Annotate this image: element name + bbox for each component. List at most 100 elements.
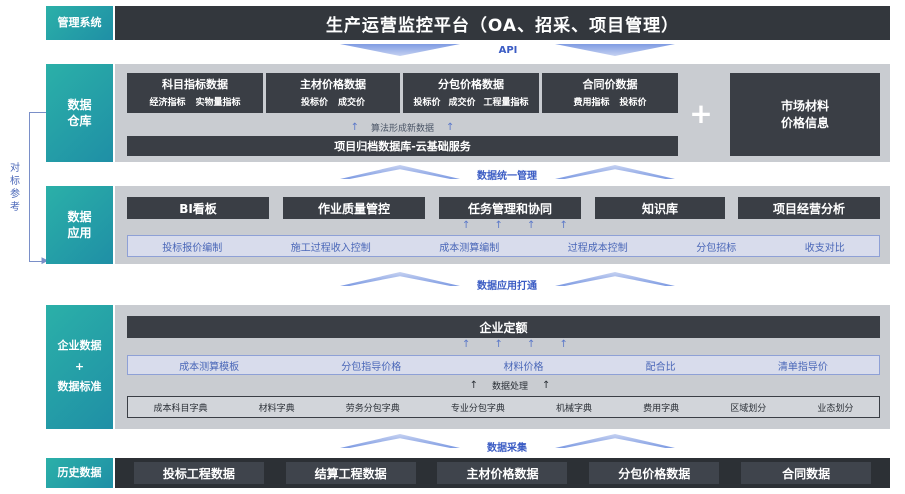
history-label: 历史数据 bbox=[46, 458, 113, 488]
arrow-up-icon: ↑ bbox=[494, 339, 503, 350]
arrow-up-icon: ↑ bbox=[350, 121, 359, 133]
side-note-char: 参 bbox=[10, 189, 20, 200]
warehouse-module: 分包价格数据 投标价 成交价 工程量指标 bbox=[403, 73, 539, 113]
warehouse-module: 科目指标数据 经济指标 实物量指标 bbox=[127, 73, 263, 113]
module-sub: 工程量指标 bbox=[483, 98, 529, 108]
module-title: 科目指标数据 bbox=[162, 78, 228, 91]
archive-text: 项目归档数据库-云基础服务 bbox=[334, 140, 471, 153]
arrow-up-icon: ↑ bbox=[446, 121, 455, 133]
arrow-up-icon: ↑ bbox=[527, 339, 536, 350]
standard-item: 配合比 bbox=[645, 361, 676, 373]
dictionary-item: 费用字典 bbox=[643, 403, 680, 414]
standard-item: 清单指导价 bbox=[777, 361, 828, 373]
enterprise-label-line2: 数据标准 bbox=[57, 380, 102, 394]
management-system-text: 管理系统 bbox=[57, 15, 102, 29]
module-sub: 费用指标 bbox=[573, 98, 610, 108]
dictionary-item: 业态划分 bbox=[817, 403, 854, 414]
enterprise-quota-bar: 企业定额 bbox=[127, 316, 880, 338]
market-info-box: 市场材料 价格信息 bbox=[730, 73, 880, 156]
module-sub: 投标价 bbox=[300, 98, 328, 108]
side-note-char: 考 bbox=[10, 202, 20, 213]
apply-module: BI看板 bbox=[127, 197, 269, 219]
warehouse-label-line2: 仓库 bbox=[67, 114, 92, 128]
history-item: 合同数据 bbox=[741, 462, 872, 484]
module-sub: 投标价 bbox=[413, 98, 441, 108]
side-note: 对 标 参 考 bbox=[6, 162, 24, 214]
apply-module: 任务管理和协同 bbox=[439, 197, 581, 219]
apply-item: 过程成本控制 bbox=[567, 242, 628, 254]
collect-chevron-right bbox=[555, 434, 675, 448]
warehouse-module: 合同价数据 费用指标 投标价 bbox=[542, 73, 678, 113]
arrow-up-icon: ↑ bbox=[462, 339, 471, 350]
module-sub: 实物量指标 bbox=[195, 98, 241, 108]
market-line1: 市场材料 bbox=[780, 98, 829, 113]
apply-items-bar: 投标报价编制 施工过程收入控制 成本测算编制 过程成本控制 分包招标 收支对比 bbox=[127, 235, 880, 257]
dictionary-item: 劳务分包字典 bbox=[345, 403, 400, 414]
processing-row: ↑ 数据处理 ↑ bbox=[430, 377, 590, 393]
standard-item: 材料价格 bbox=[503, 361, 544, 373]
manage-chevron-left bbox=[340, 165, 460, 179]
enterprise-label-plus: + bbox=[74, 359, 85, 373]
module-sub: 投标价 bbox=[619, 98, 647, 108]
apply-module-text: 项目经营分析 bbox=[772, 201, 845, 216]
apply-item: 成本测算编制 bbox=[439, 242, 500, 254]
manage-chevron-right bbox=[555, 165, 675, 179]
api-chevron-left bbox=[340, 44, 460, 56]
module-title: 合同价数据 bbox=[582, 78, 638, 91]
apply-module-text: 作业质量管控 bbox=[317, 201, 390, 216]
arrow-up-icon: ↑ bbox=[462, 220, 471, 231]
apply-item: 投标报价编制 bbox=[162, 242, 223, 254]
api-chevron-right bbox=[555, 44, 675, 56]
plus-text: + bbox=[689, 96, 713, 130]
arrow-up-icon: ↑ bbox=[559, 339, 568, 350]
apply-label-line2: 应用 bbox=[67, 226, 92, 240]
history-item: 主材价格数据 bbox=[437, 462, 568, 484]
apply-module-text: 知识库 bbox=[641, 201, 678, 216]
dictionary-item: 专业分包字典 bbox=[450, 403, 505, 414]
apply-chevron-right bbox=[555, 272, 675, 286]
data-apply-label: 数据应用打通 bbox=[477, 280, 537, 292]
enterprise-label-line1: 企业数据 bbox=[57, 338, 102, 352]
standard-item: 成本测算模板 bbox=[179, 361, 240, 373]
api-ribbon-label: API bbox=[498, 44, 518, 56]
module-sub: 经济指标 bbox=[149, 98, 186, 108]
platform-title-bar: 生产运营监控平台（OA、招采、项目管理） bbox=[115, 6, 890, 40]
arrow-up-icon: ↑ bbox=[527, 220, 536, 231]
arrow-up-icon: ↑ bbox=[469, 379, 478, 391]
apply-module-text: 任务管理和协同 bbox=[467, 201, 552, 216]
standard-item: 分包指导价格 bbox=[341, 361, 402, 373]
algorithm-row: ↑ 算法形成新数据 ↑ bbox=[127, 119, 678, 135]
module-sub: 成交价 bbox=[338, 98, 366, 108]
dictionary-item: 材料字典 bbox=[258, 403, 295, 414]
archive-bar: 项目归档数据库-云基础服务 bbox=[127, 136, 678, 156]
apply-arrows: ↑ ↑ ↑ ↑ bbox=[450, 220, 580, 234]
dictionary-item: 成本科目字典 bbox=[153, 403, 208, 414]
warehouse-label: 数据 仓库 bbox=[46, 64, 113, 162]
history-item: 结算工程数据 bbox=[285, 462, 416, 484]
management-system-label: 管理系统 bbox=[46, 6, 113, 40]
history-bar: 投标工程数据 结算工程数据 主材价格数据 分包价格数据 合同数据 bbox=[115, 458, 890, 488]
history-label-text: 历史数据 bbox=[57, 465, 102, 479]
processing-text: 数据处理 bbox=[491, 381, 528, 392]
arrow-up-icon: ↑ bbox=[542, 379, 551, 391]
apply-module: 作业质量管控 bbox=[283, 197, 425, 219]
plus-icon: + bbox=[686, 96, 716, 130]
apply-label-line1: 数据 bbox=[67, 209, 92, 224]
arrow-up-icon: ↑ bbox=[494, 220, 503, 231]
apply-chevron-left bbox=[340, 272, 460, 286]
apply-item: 收支对比 bbox=[804, 242, 845, 254]
side-note-char: 对 bbox=[10, 163, 20, 174]
dictionary-item: 机械字典 bbox=[556, 403, 593, 414]
collect-chevron-left bbox=[340, 434, 460, 448]
algorithm-text: 算法形成新数据 bbox=[370, 123, 434, 134]
side-connector bbox=[29, 112, 46, 262]
platform-title: 生产运营监控平台（OA、招采、项目管理） bbox=[325, 15, 680, 36]
side-note-char: 标 bbox=[10, 176, 20, 187]
data-manage-label: 数据统一管理 bbox=[477, 170, 537, 182]
module-title: 主材价格数据 bbox=[300, 78, 366, 91]
apply-label: 数据 应用 bbox=[46, 186, 113, 264]
module-sub: 成交价 bbox=[448, 98, 476, 108]
module-title: 分包价格数据 bbox=[438, 78, 504, 91]
history-item: 投标工程数据 bbox=[133, 462, 264, 484]
history-item: 分包价格数据 bbox=[589, 462, 720, 484]
